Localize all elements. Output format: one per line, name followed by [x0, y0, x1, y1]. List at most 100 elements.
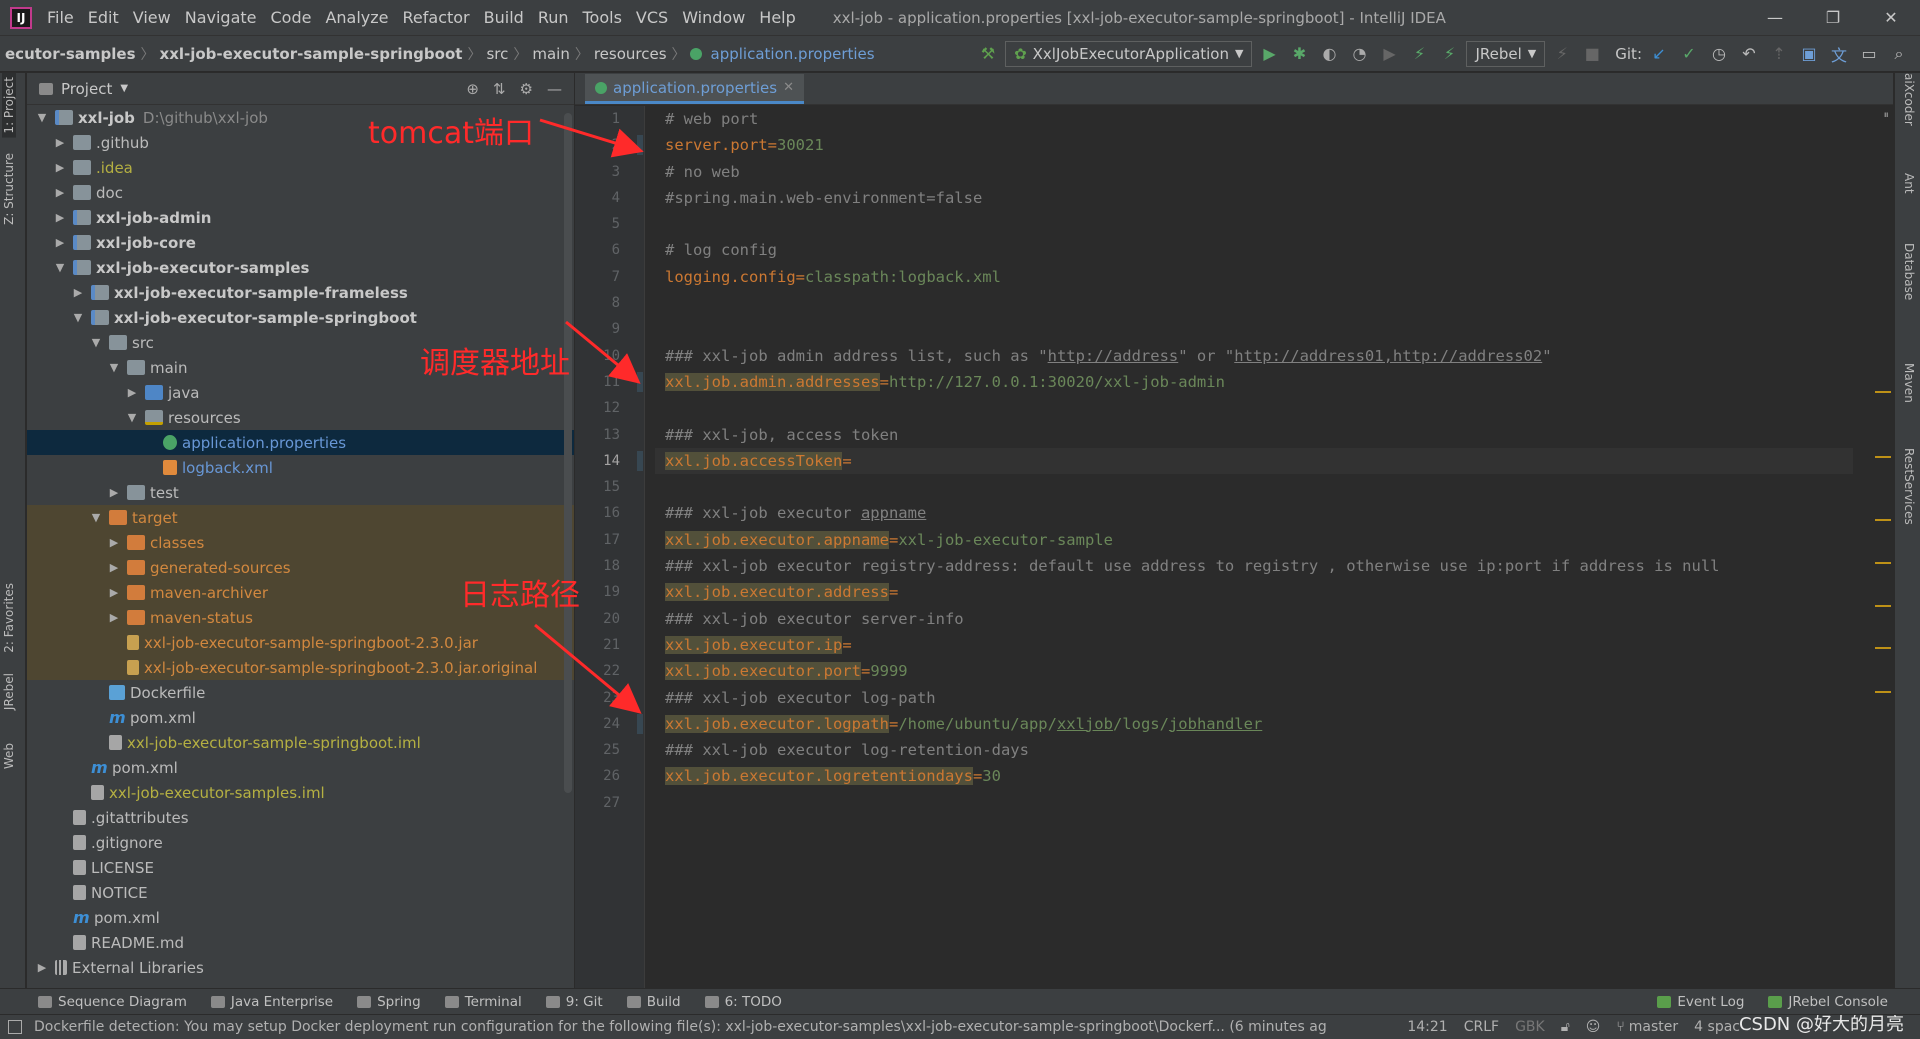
- file-encoding[interactable]: GBK: [1515, 1019, 1545, 1035]
- menu-item-view[interactable]: View: [126, 8, 178, 27]
- tool-tab-aixcoder[interactable]: aiXcoder: [1902, 73, 1916, 126]
- expanded-arrow-icon[interactable]: ▼: [89, 336, 103, 349]
- tool-window-button[interactable]: 9: Git: [534, 994, 615, 1010]
- tree-node[interactable]: ▶ xxl-job-executor-sample-frameless: [27, 280, 574, 305]
- code-line[interactable]: ### xxl-job, access token: [655, 422, 1853, 448]
- collapsed-arrow-icon[interactable]: ▶: [71, 286, 85, 299]
- code-line[interactable]: #spring.main.web-environment=false: [655, 185, 1853, 211]
- tree-node[interactable]: ▶ java: [27, 380, 574, 405]
- jrebel-run-icon[interactable]: ⚡: [1406, 41, 1432, 67]
- warning-marker[interactable]: [1875, 605, 1891, 607]
- collapsed-arrow-icon[interactable]: ▶: [125, 386, 139, 399]
- tool-window-button[interactable]: 6: TODO: [693, 994, 794, 1010]
- tool-window-button[interactable]: Java Enterprise: [199, 994, 345, 1010]
- code-line[interactable]: ### xxl-job executor server-info: [655, 606, 1853, 632]
- hide-icon[interactable]: —: [547, 80, 562, 98]
- project-scrollbar[interactable]: [564, 113, 572, 793]
- collapsed-arrow-icon[interactable]: ▶: [107, 561, 121, 574]
- expanded-arrow-icon[interactable]: ▼: [107, 361, 121, 374]
- menu-item-file[interactable]: File: [40, 8, 81, 27]
- git-history-icon[interactable]: ◷: [1706, 41, 1732, 67]
- breadcrumb-item[interactable]: xxl-job-executor-sample-springboot: [155, 45, 468, 63]
- project-view-select[interactable]: Project: [61, 80, 112, 98]
- code-line[interactable]: xxl.job.accessToken=: [655, 447, 1853, 475]
- jrebel-select[interactable]: JRebel ▼: [1466, 40, 1546, 67]
- indent-setting[interactable]: 4 spac: [1694, 1019, 1740, 1035]
- project-structure-icon[interactable]: ▣: [1796, 41, 1822, 67]
- code-line[interactable]: xxl.job.executor.logpath=/home/ubuntu/ap…: [655, 711, 1853, 737]
- tool-tab-database[interactable]: Database: [1902, 243, 1916, 300]
- menu-item-build[interactable]: Build: [477, 8, 531, 27]
- stop-icon[interactable]: ■: [1579, 41, 1605, 67]
- tree-node[interactable]: xxl-job-executor-sample-springboot.iml: [27, 730, 574, 755]
- collapsed-arrow-icon[interactable]: ▶: [35, 961, 49, 974]
- tree-node[interactable]: README.md: [27, 930, 574, 955]
- tree-node[interactable]: xxl-job-executor-samples.iml: [27, 780, 574, 805]
- git-commit-icon[interactable]: ✓: [1676, 41, 1702, 67]
- tree-node[interactable]: logback.xml: [27, 455, 574, 480]
- code-line[interactable]: server.port=30021: [655, 132, 1853, 158]
- search-icon[interactable]: ⌕: [1886, 41, 1912, 67]
- expanded-arrow-icon[interactable]: ▼: [125, 411, 139, 424]
- code-line[interactable]: # log config: [655, 237, 1853, 263]
- code-line[interactable]: ### xxl-job executor appname: [655, 500, 1853, 526]
- collapsed-arrow-icon[interactable]: ▶: [107, 611, 121, 624]
- tool-tab-ant[interactable]: Ant: [1902, 173, 1916, 194]
- code-line[interactable]: ### xxl-job admin address list, such as …: [655, 343, 1853, 369]
- tree-node[interactable]: m pom.xml: [27, 705, 574, 730]
- locate-icon[interactable]: ⊕: [466, 80, 479, 98]
- menu-item-tools[interactable]: Tools: [576, 8, 629, 27]
- tree-node[interactable]: ▶ xxl-job-core: [27, 230, 574, 255]
- code-line[interactable]: xxl.job.executor.logretentiondays=30: [655, 763, 1853, 789]
- menu-item-edit[interactable]: Edit: [81, 8, 126, 27]
- breadcrumb-item[interactable]: application.properties: [706, 45, 880, 63]
- warning-marker[interactable]: [1875, 456, 1891, 458]
- code-line[interactable]: xxl.job.executor.ip=: [655, 632, 1853, 658]
- code-line[interactable]: [655, 474, 1853, 500]
- tool-window-button[interactable]: Event Log: [1645, 994, 1756, 1010]
- jrebel-debug-icon[interactable]: ⚡: [1436, 41, 1462, 67]
- tool-tab-project[interactable]: 1: Project: [2, 73, 16, 138]
- expanded-arrow-icon[interactable]: ▼: [71, 311, 85, 324]
- tree-node[interactable]: ▶ test: [27, 480, 574, 505]
- run-icon[interactable]: ▶: [1256, 41, 1282, 67]
- collapse-all-icon[interactable]: ⇅: [493, 80, 506, 98]
- caret-position[interactable]: 14:21: [1407, 1019, 1447, 1035]
- code-line[interactable]: # no web: [655, 159, 1853, 185]
- tree-node[interactable]: Dockerfile: [27, 680, 574, 705]
- tree-node[interactable]: xxl-job-executor-sample-springboot-2.3.0…: [27, 630, 574, 655]
- warning-marker[interactable]: [1875, 562, 1891, 564]
- git-update-icon[interactable]: ↙: [1646, 41, 1672, 67]
- collapsed-arrow-icon[interactable]: ▶: [53, 236, 67, 249]
- tree-node[interactable]: ▼ xxl-job-executor-samples: [27, 255, 574, 280]
- tool-tab-favorites[interactable]: 2: Favorites: [2, 583, 16, 653]
- tool-tab-structure[interactable]: Z: Structure: [2, 153, 16, 225]
- layout-icon[interactable]: [8, 1020, 22, 1034]
- restore-icon[interactable]: ❐: [1804, 0, 1862, 36]
- menu-item-refactor[interactable]: Refactor: [396, 8, 477, 27]
- tree-node[interactable]: ▼ target: [27, 505, 574, 530]
- tree-node[interactable]: application.properties: [27, 430, 574, 455]
- collapsed-arrow-icon[interactable]: ▶: [53, 186, 67, 199]
- code-line[interactable]: [655, 290, 1853, 316]
- jrebel-stop-icon[interactable]: ⚡: [1549, 41, 1575, 67]
- code-line[interactable]: [655, 211, 1853, 237]
- run-config-select[interactable]: ✿ XxlJobExecutorApplication ▼: [1005, 40, 1253, 67]
- warning-marker[interactable]: [1875, 691, 1891, 693]
- push-icon[interactable]: ⇡: [1766, 41, 1792, 67]
- tool-window-button[interactable]: Sequence Diagram: [26, 994, 199, 1010]
- tree-node[interactable]: ▶ External Libraries: [27, 955, 574, 980]
- translate-icon[interactable]: 文: [1826, 41, 1852, 67]
- tree-node[interactable]: ▶ classes: [27, 530, 574, 555]
- collapsed-arrow-icon[interactable]: ▶: [107, 586, 121, 599]
- breadcrumb-item[interactable]: resources: [589, 45, 672, 63]
- tree-node[interactable]: ▶ doc: [27, 180, 574, 205]
- tree-node[interactable]: ▼ resources: [27, 405, 574, 430]
- menu-item-analyze[interactable]: Analyze: [318, 8, 395, 27]
- code-line[interactable]: ### xxl-job executor log-path: [655, 685, 1853, 711]
- tree-node[interactable]: m pom.xml: [27, 755, 574, 780]
- tree-node[interactable]: xxl-job-executor-sample-springboot-2.3.0…: [27, 655, 574, 680]
- code-line[interactable]: ### xxl-job executor log-retention-days: [655, 737, 1853, 763]
- status-message[interactable]: Dockerfile detection: You may setup Dock…: [0, 1019, 1407, 1035]
- code-line[interactable]: # web port: [655, 106, 1853, 132]
